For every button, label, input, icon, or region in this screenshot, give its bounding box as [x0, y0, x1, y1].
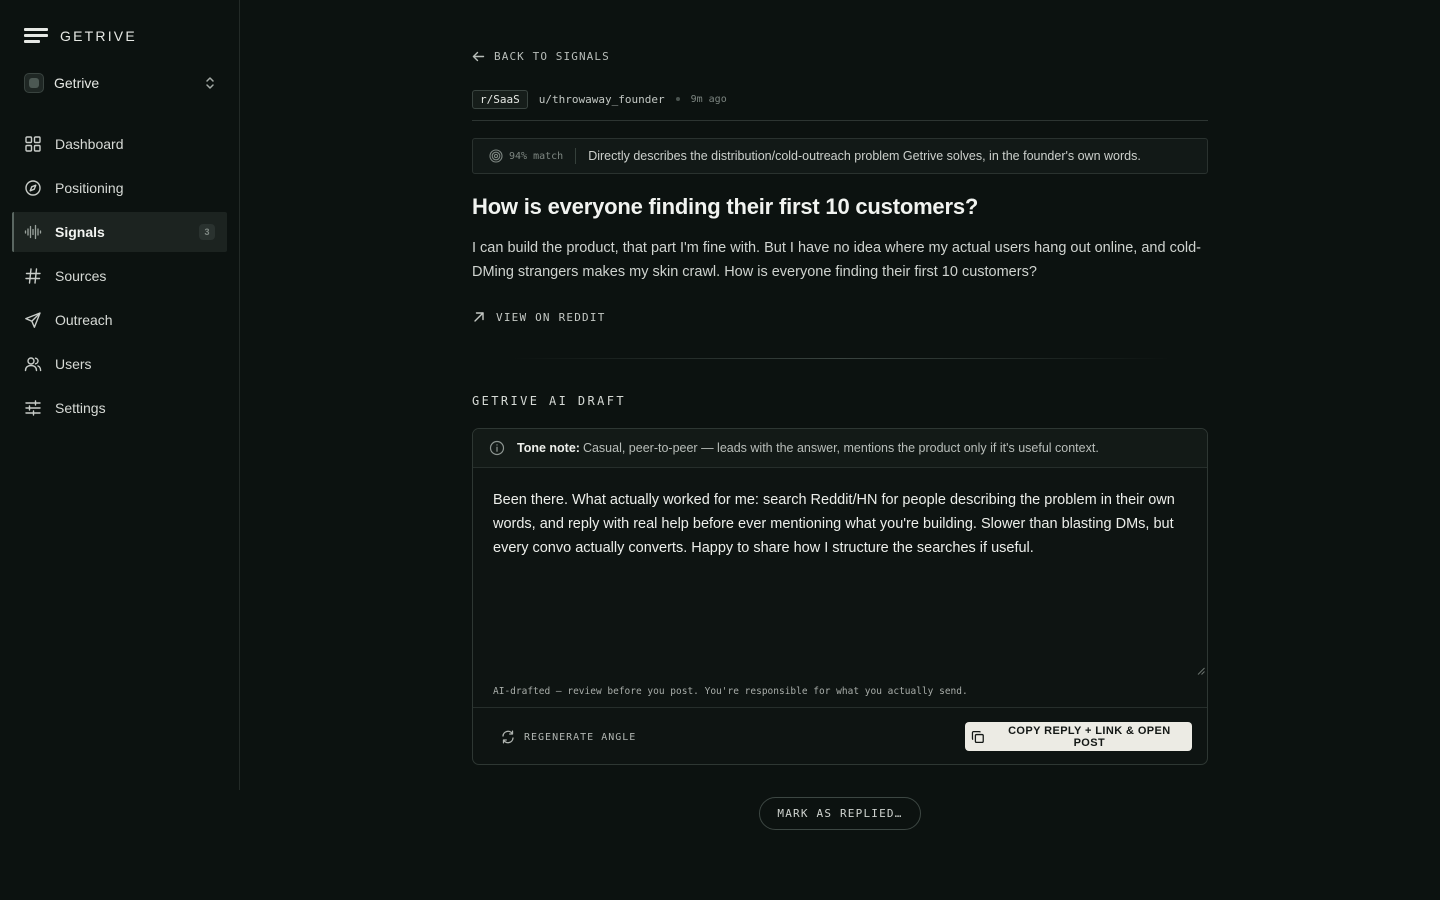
match-separator: [575, 148, 577, 164]
waveform-icon: [24, 224, 42, 240]
info-icon: [489, 440, 505, 456]
tone-note-label: Tone note:: [517, 441, 580, 455]
sidebar-nav: Dashboard Positioning Signals 3 Sources: [12, 124, 227, 432]
tone-note-value: Casual, peer-to-peer — leads with the an…: [582, 441, 1099, 455]
match-reason: Directly describes the distribution/cold…: [588, 149, 1141, 163]
subreddit-chip[interactable]: r/SaaS: [472, 89, 528, 109]
copy-reply-open-post-button[interactable]: COPY REPLY + LINK & OPEN POST: [965, 722, 1192, 751]
match-score: 94% match: [489, 149, 563, 163]
separator-dot: [675, 97, 680, 101]
sidebar: GETRIVE Getrive Dashboard Positioning Si…: [0, 0, 240, 790]
match-score-value: 94% match: [509, 150, 564, 162]
workspace-avatar-icon: [24, 73, 44, 93]
workspace-switcher[interactable]: Getrive: [24, 72, 216, 94]
send-icon: [25, 312, 41, 328]
sidebar-item-positioning[interactable]: Positioning: [12, 168, 227, 208]
sidebar-item-outreach[interactable]: Outreach: [12, 300, 227, 340]
signals-count-badge: 3: [199, 224, 215, 240]
grid-icon: [25, 136, 41, 152]
compass-icon: [25, 180, 41, 196]
tone-note: Tone note: Casual, peer-to-peer — leads w…: [473, 429, 1207, 468]
arrow-up-right-icon: [474, 312, 484, 322]
draft-section-label: GETRIVE AI DRAFT: [472, 394, 626, 408]
post-author: u/throwaway_founder: [538, 92, 665, 106]
copy-button-label: COPY REPLY + LINK & OPEN POST: [1008, 724, 1171, 749]
post-age: 9m ago: [690, 93, 727, 105]
sidebar-item-label: Positioning: [55, 180, 124, 196]
sliders-icon: [25, 400, 41, 416]
mark-as-replied-button[interactable]: MARK AS REPLIED…: [759, 797, 921, 830]
arrow-left-icon: [472, 51, 485, 61]
menu-icon[interactable]: [24, 27, 48, 45]
brand-name: GETRIVE: [60, 28, 137, 44]
resize-handle-icon[interactable]: [1197, 667, 1205, 675]
section-divider: [512, 358, 1172, 359]
tone-note-text: Tone note: Casual, peer-to-peer — leads w…: [517, 441, 1099, 455]
sidebar-item-users[interactable]: Users: [12, 344, 227, 384]
users-icon: [24, 357, 42, 372]
brand[interactable]: GETRIVE: [24, 27, 137, 45]
post-meta: r/SaaS u/throwaway_founder 9m ago: [472, 89, 727, 109]
sidebar-item-dashboard[interactable]: Dashboard: [12, 124, 227, 164]
sidebar-item-sources[interactable]: Sources: [12, 256, 227, 296]
back-to-signals-link[interactable]: BACK TO SIGNALS: [472, 48, 610, 64]
draft-reply-textarea[interactable]: Been there. What actually worked for me:…: [493, 488, 1183, 560]
copy-icon: [971, 730, 984, 743]
match-banner: 94% match Directly describes the distrib…: [472, 138, 1208, 174]
post-body: I can build the product, that part I'm f…: [472, 240, 1202, 280]
draft-actions: REGENERATE ANGLE COPY REPLY + LINK & OPE…: [473, 707, 1207, 764]
regenerate-angle-button[interactable]: REGENERATE ANGLE: [501, 729, 636, 745]
sidebar-item-settings[interactable]: Settings: [12, 388, 227, 428]
view-link-label: VIEW ON REDDIT: [496, 310, 606, 324]
target-icon: [489, 149, 503, 163]
sidebar-item-label: Dashboard: [55, 136, 124, 152]
divider: [472, 120, 1208, 121]
workspace-name: Getrive: [54, 75, 100, 91]
draft-card: Tone note: Casual, peer-to-peer — leads w…: [472, 428, 1208, 765]
sidebar-item-label: Users: [55, 356, 92, 372]
back-label: BACK TO SIGNALS: [494, 49, 610, 63]
view-on-reddit-link[interactable]: VIEW ON REDDIT: [472, 309, 606, 325]
post-title: How is everyone finding their first 10 c…: [472, 194, 979, 219]
sidebar-item-label: Sources: [55, 268, 107, 284]
sidebar-item-label: Settings: [55, 400, 106, 416]
hash-icon: [25, 268, 41, 284]
sidebar-item-label: Outreach: [55, 312, 113, 328]
ai-disclaimer: AI-drafted — review before you post. You…: [493, 686, 968, 697]
sidebar-item-label: Signals: [55, 224, 105, 240]
regenerate-label: REGENERATE ANGLE: [524, 731, 637, 743]
chevron-updown-icon: [206, 77, 214, 89]
sidebar-item-signals[interactable]: Signals 3: [12, 212, 227, 252]
refresh-icon: [502, 730, 514, 744]
